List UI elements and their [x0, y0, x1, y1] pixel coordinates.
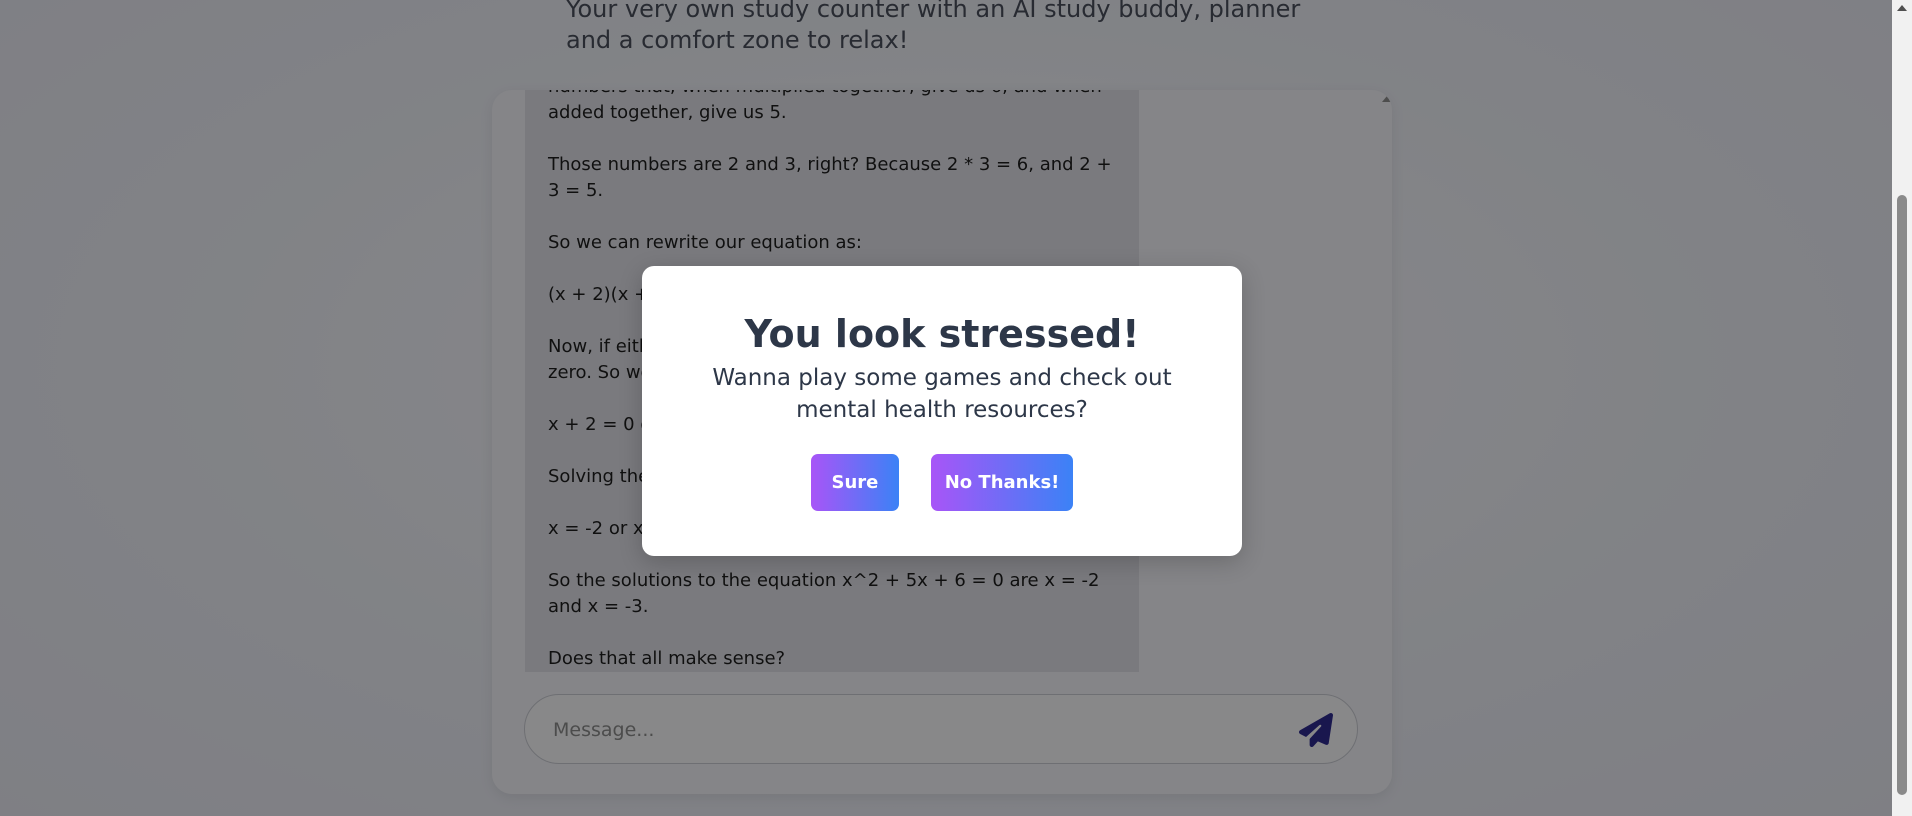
scroll-up-arrow-icon[interactable] — [1897, 5, 1907, 11]
scroll-thumb[interactable] — [1897, 195, 1907, 795]
modal-body-text: Wanna play some games and check out ment… — [712, 365, 1172, 423]
modal-actions: Sure No Thanks! — [642, 454, 1242, 511]
modal-title: You look stressed! — [744, 312, 1140, 356]
sure-button[interactable]: Sure — [810, 454, 899, 511]
stress-modal: You look stressed! Wanna play some games… — [642, 266, 1242, 556]
window-scrollbar[interactable] — [1892, 0, 1912, 816]
no-thanks-button[interactable]: No Thanks! — [931, 454, 1074, 511]
